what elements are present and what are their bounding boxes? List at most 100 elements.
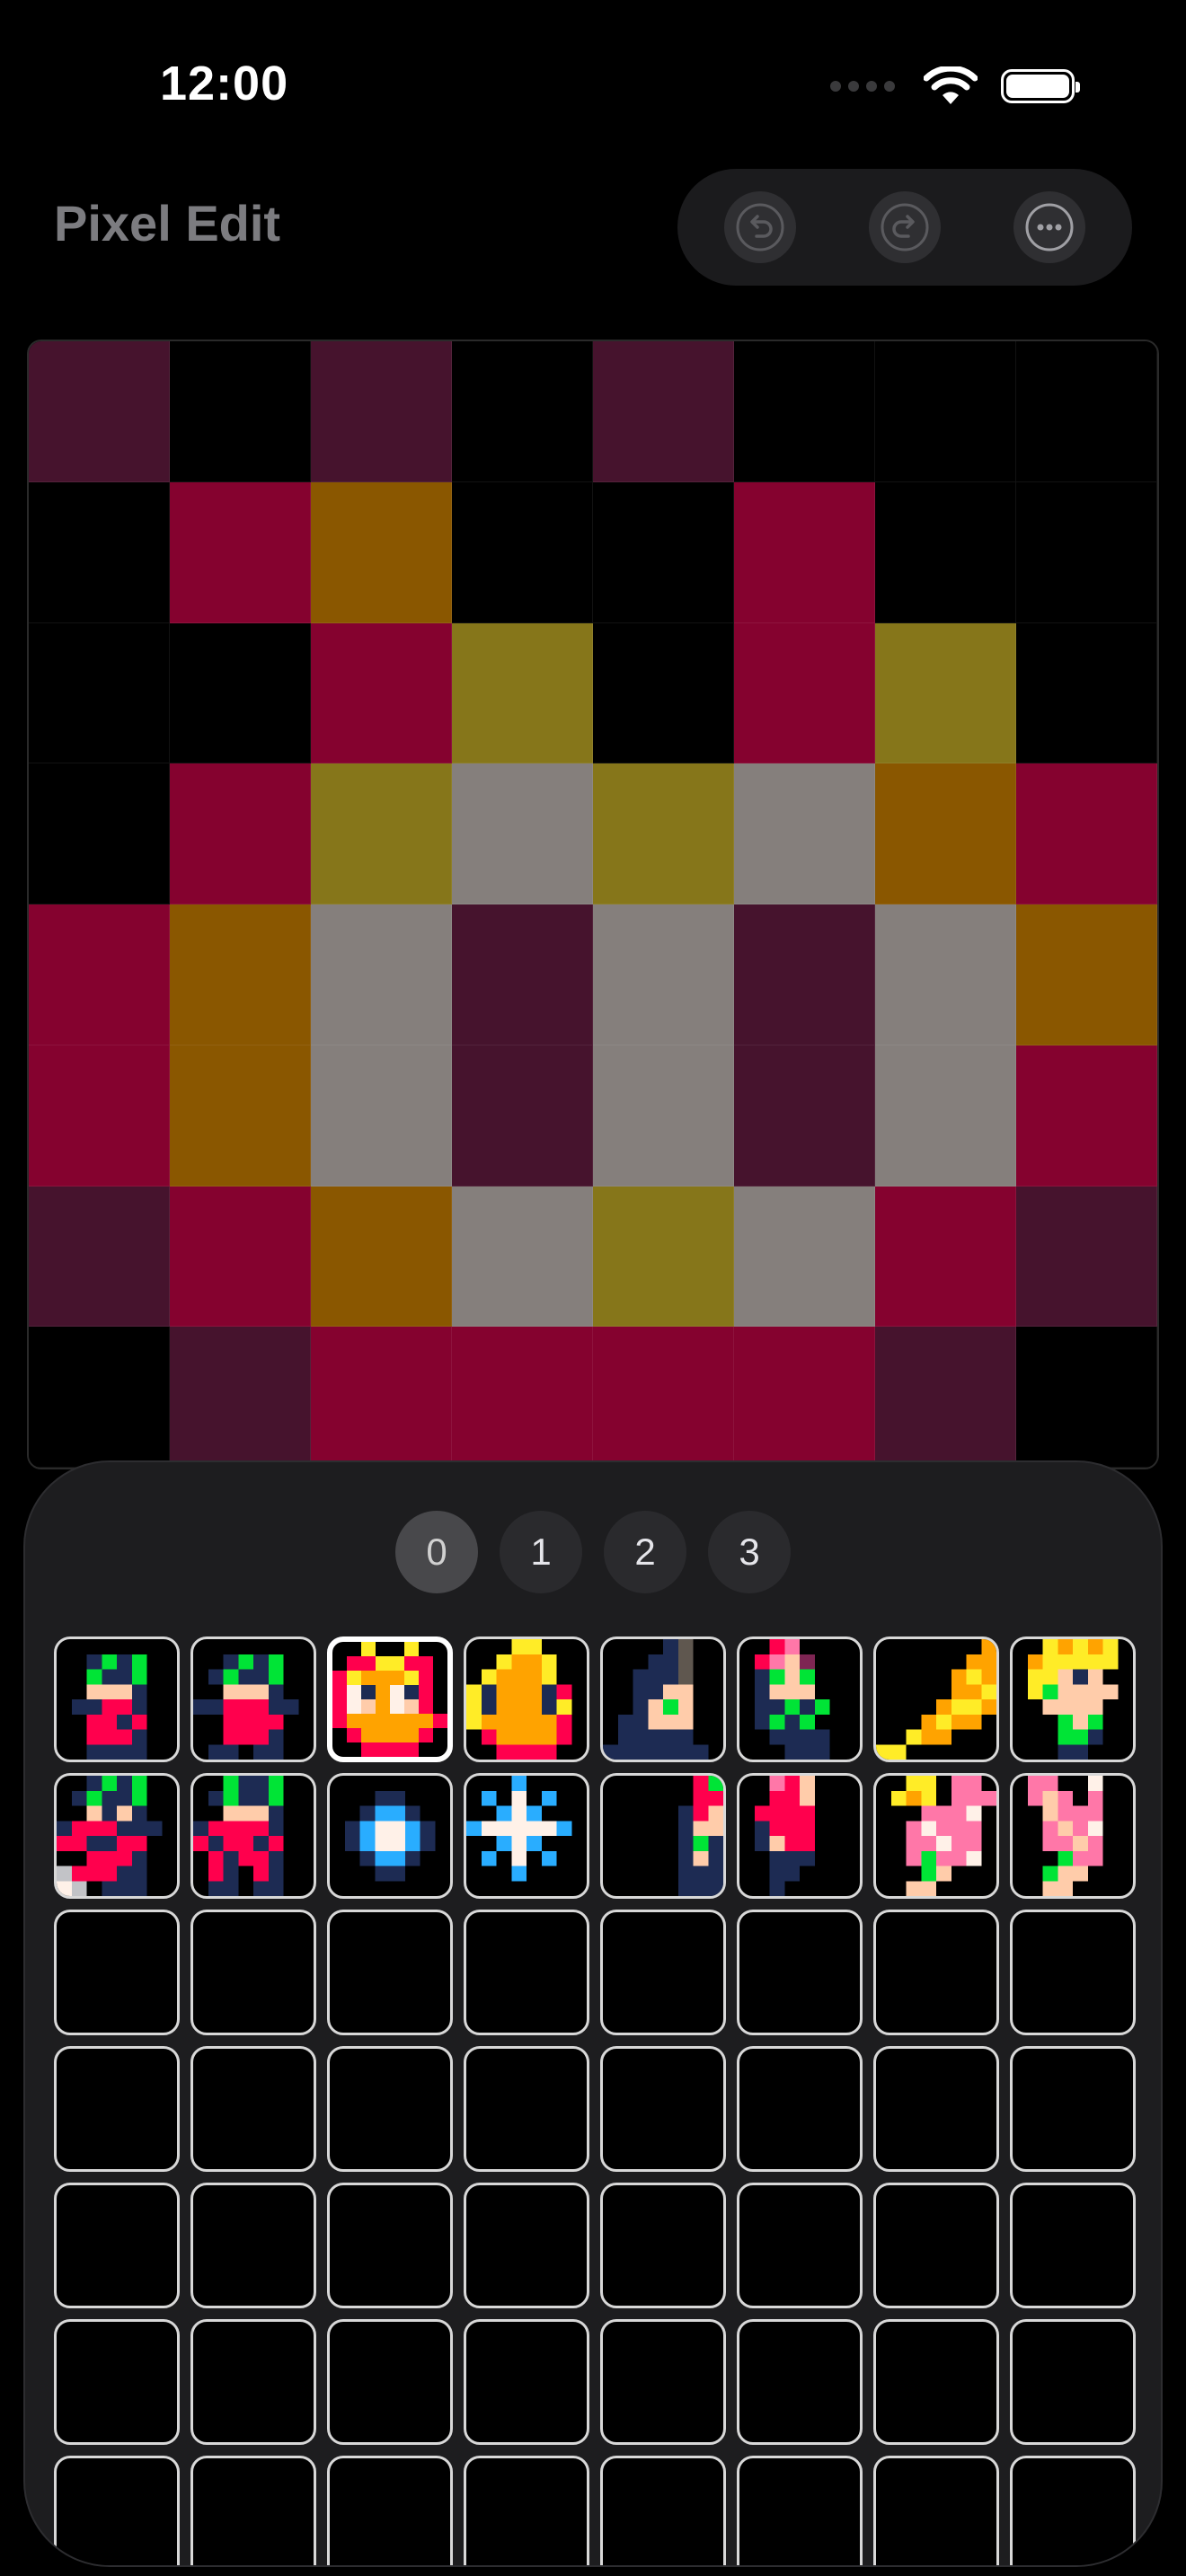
sprite-slot[interactable]	[54, 2046, 180, 2172]
pixel-cell[interactable]	[593, 1327, 734, 1468]
more-button[interactable]	[1013, 191, 1085, 263]
sprite-slot[interactable]	[190, 2319, 316, 2445]
sprite-slot[interactable]	[190, 2456, 316, 2565]
sprite-slot[interactable]	[464, 2046, 589, 2172]
pixel-cell[interactable]	[170, 481, 311, 623]
pixel-cell[interactable]	[875, 1186, 1016, 1328]
pixel-cell[interactable]	[311, 481, 452, 623]
sprite-slot[interactable]	[464, 2183, 589, 2308]
pixel-canvas[interactable]	[27, 340, 1159, 1469]
pixel-cell[interactable]	[311, 1186, 452, 1328]
pixel-cell[interactable]	[734, 1327, 875, 1468]
pixel-cell[interactable]	[170, 1327, 311, 1468]
sprite-slot[interactable]	[190, 1910, 316, 2035]
pixel-cell[interactable]	[593, 763, 734, 904]
sprite-slot[interactable]	[464, 2456, 589, 2565]
sprite-slot[interactable]	[873, 1636, 999, 1762]
sprite-slot[interactable]	[54, 1636, 180, 1762]
sprite-slot[interactable]	[873, 2046, 999, 2172]
sprite-slot[interactable]	[190, 1773, 316, 1899]
pixel-cell[interactable]	[452, 1045, 593, 1187]
page-tab-2[interactable]: 2	[604, 1511, 686, 1593]
sprite-slot[interactable]	[327, 1910, 453, 2035]
pixel-cell[interactable]	[875, 904, 1016, 1045]
sprite-slot[interactable]	[1010, 2319, 1136, 2445]
pixel-cell[interactable]	[29, 622, 170, 764]
pixel-cell[interactable]	[734, 904, 875, 1045]
pixel-cell[interactable]	[29, 1186, 170, 1328]
pixel-cell[interactable]	[170, 1045, 311, 1187]
sprite-slot[interactable]	[190, 1636, 316, 1762]
sprite-slot[interactable]	[873, 2456, 999, 2565]
sprite-slot[interactable]	[327, 2183, 453, 2308]
pixel-cell[interactable]	[593, 481, 734, 623]
sprite-slot[interactable]	[327, 2046, 453, 2172]
sprite-slot[interactable]	[600, 1910, 726, 2035]
sprite-slot[interactable]	[873, 2319, 999, 2445]
sprite-slot[interactable]	[464, 1773, 589, 1899]
pixel-cell[interactable]	[29, 1045, 170, 1187]
sprite-slot[interactable]	[1010, 2046, 1136, 2172]
sprite-slot[interactable]	[1010, 1910, 1136, 2035]
sprite-slot[interactable]	[1010, 1773, 1136, 1899]
pixel-cell[interactable]	[875, 763, 1016, 904]
pixel-cell[interactable]	[593, 1186, 734, 1328]
pixel-cell[interactable]	[734, 481, 875, 623]
pixel-cell[interactable]	[311, 1327, 452, 1468]
pixel-cell[interactable]	[1016, 1327, 1157, 1468]
pixel-cell[interactable]	[593, 341, 734, 482]
sprite-slot[interactable]	[54, 2183, 180, 2308]
pixel-cell[interactable]	[875, 341, 1016, 482]
pixel-cell[interactable]	[875, 1045, 1016, 1187]
sprite-slot[interactable]	[464, 2319, 589, 2445]
pixel-cell[interactable]	[875, 622, 1016, 764]
pixel-cell[interactable]	[29, 481, 170, 623]
pixel-cell[interactable]	[170, 341, 311, 482]
pixel-cell[interactable]	[170, 622, 311, 764]
sprite-slot[interactable]	[327, 1636, 453, 1762]
sprite-slot[interactable]	[873, 1910, 999, 2035]
sprite-slot[interactable]	[327, 1773, 453, 1899]
pixel-cell[interactable]	[1016, 481, 1157, 623]
pixel-cell[interactable]	[29, 763, 170, 904]
pixel-cell[interactable]	[875, 481, 1016, 623]
pixel-cell[interactable]	[29, 341, 170, 482]
sprite-slot[interactable]	[464, 1910, 589, 2035]
pixel-cell[interactable]	[311, 341, 452, 482]
sprite-slot[interactable]	[600, 2183, 726, 2308]
sprite-slot[interactable]	[54, 1910, 180, 2035]
pixel-cell[interactable]	[29, 1327, 170, 1468]
pixel-cell[interactable]	[734, 622, 875, 764]
pixel-cell[interactable]	[170, 1186, 311, 1328]
sprite-slot[interactable]	[600, 2456, 726, 2565]
redo-button[interactable]	[868, 191, 941, 263]
sprite-slot[interactable]	[873, 1773, 999, 1899]
pixel-cell[interactable]	[311, 904, 452, 1045]
sprite-slot[interactable]	[54, 2319, 180, 2445]
pixel-cell[interactable]	[452, 481, 593, 623]
sprite-slot[interactable]	[737, 1910, 863, 2035]
pixel-cell[interactable]	[593, 904, 734, 1045]
sprite-slot[interactable]	[1010, 1636, 1136, 1762]
pixel-cell[interactable]	[170, 763, 311, 904]
pixel-cell[interactable]	[1016, 904, 1157, 1045]
sprite-slot[interactable]	[737, 2319, 863, 2445]
sprite-slot[interactable]	[190, 2183, 316, 2308]
sprite-slot[interactable]	[464, 1636, 589, 1762]
sprite-slot[interactable]	[54, 2456, 180, 2565]
sprite-slot[interactable]	[873, 2183, 999, 2308]
sprite-slot[interactable]	[54, 1773, 180, 1899]
pixel-cell[interactable]	[452, 763, 593, 904]
pixel-cell[interactable]	[1016, 341, 1157, 482]
undo-button[interactable]	[724, 191, 797, 263]
pixel-cell[interactable]	[734, 763, 875, 904]
pixel-cell[interactable]	[452, 341, 593, 482]
pixel-grid[interactable]	[29, 341, 1157, 1468]
sprite-slot[interactable]	[600, 2046, 726, 2172]
page-tab-0[interactable]: 0	[395, 1511, 478, 1593]
pixel-cell[interactable]	[593, 622, 734, 764]
pixel-cell[interactable]	[452, 1327, 593, 1468]
pixel-cell[interactable]	[1016, 622, 1157, 764]
sprite-slot[interactable]	[737, 2456, 863, 2565]
sprite-slot[interactable]	[327, 2456, 453, 2565]
